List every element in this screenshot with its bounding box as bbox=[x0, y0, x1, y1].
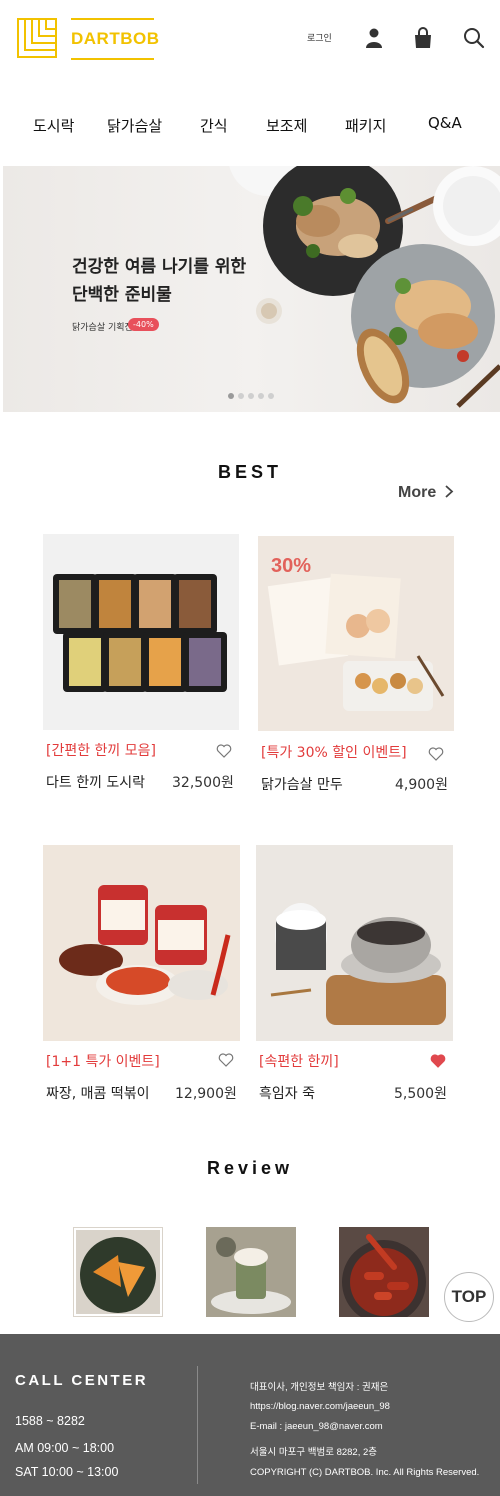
review-thumbnail[interactable] bbox=[339, 1227, 429, 1317]
heart-filled-icon[interactable] bbox=[430, 1053, 446, 1069]
review-image-1 bbox=[73, 1227, 163, 1317]
product-tag: [간편한 한끼 모음] bbox=[46, 743, 156, 759]
site-header: DARTBOB 로그인 bbox=[0, 0, 500, 80]
more-label: More bbox=[398, 484, 437, 501]
call-center-title: CALL CENTER bbox=[15, 1372, 149, 1389]
footer-ceo-info: 대표이사, 개인정보 책임자 : 권재은 bbox=[250, 1382, 389, 1393]
product-name[interactable]: 닭가슴살 만두 bbox=[261, 774, 343, 794]
scroll-top-button[interactable]: TOP bbox=[444, 1272, 494, 1322]
chevron-right-icon bbox=[445, 485, 454, 498]
logo[interactable]: DARTBOB bbox=[71, 18, 160, 60]
tteokbokki-image bbox=[59, 885, 231, 1005]
brand-name: DARTBOB bbox=[71, 29, 160, 48]
product-price: 32,500원 bbox=[172, 775, 234, 791]
logo-mark-icon[interactable] bbox=[17, 18, 57, 58]
lunchbox-image bbox=[53, 574, 227, 692]
footer-divider bbox=[197, 1366, 198, 1484]
banner-headline: 건강한 여름 나기를 위한 단백한 준비물 bbox=[72, 253, 246, 309]
search-icon[interactable] bbox=[463, 27, 485, 49]
nav-item-lunchbox[interactable]: 도시락 bbox=[33, 115, 74, 136]
heart-outline-icon[interactable] bbox=[216, 743, 232, 759]
nav-item-chicken-breast[interactable]: 닭가슴살 bbox=[107, 115, 162, 136]
product-tag: [1+1 특가 이벤트] bbox=[46, 1054, 160, 1070]
product-card: 30% [특가 30% 할인 이벤트] 닭가슴살 만두 4,900원 bbox=[258, 536, 454, 806]
review-section-title: Review bbox=[206, 1158, 294, 1178]
main-nav: 도시락 닭가슴살 간식 보조제 패키지 Q&A bbox=[0, 110, 500, 140]
product-card: [1+1 특가 이벤트] 짜장, 매콤 떡볶이 12,900원 bbox=[43, 845, 240, 1115]
footer-copyright: COPYRIGHT (C) DARTBOB. Inc. All Rights R… bbox=[250, 1467, 480, 1478]
image-discount-badge: 30% bbox=[271, 555, 312, 577]
product-name[interactable]: 흑임자 죽 bbox=[259, 1083, 315, 1103]
main-banner[interactable]: 건강한 여름 나기를 위한 단백한 준비물 닭가슴살 기획전 -40% bbox=[3, 166, 500, 412]
footer-address: 서울시 마포구 백범로 8282, 2층 bbox=[250, 1447, 378, 1458]
nav-item-package[interactable]: 패키지 bbox=[345, 115, 386, 136]
call-center-phone[interactable]: 1588 ~ 8282 bbox=[15, 1414, 85, 1428]
product-price: 4,900원 bbox=[395, 777, 448, 793]
banner-line-1: 건강한 여름 나기를 위한 bbox=[72, 257, 247, 277]
product-tag: [특가 30% 할인 이벤트] bbox=[261, 745, 407, 761]
banner-dot-4[interactable] bbox=[258, 393, 264, 399]
nav-item-supplement[interactable]: 보조제 bbox=[266, 115, 307, 136]
discount-badge: -40% bbox=[128, 318, 159, 331]
product-name[interactable]: 다트 한끼 도시락 bbox=[46, 772, 145, 792]
cart-icon[interactable] bbox=[412, 27, 434, 49]
banner-dot-1[interactable] bbox=[228, 393, 234, 399]
call-center-hours-saturday: SAT 10:00 ~ 13:00 bbox=[15, 1465, 119, 1479]
product-card: [속편한 한끼] 흑임자 죽 5,500원 bbox=[256, 845, 453, 1115]
product-image[interactable] bbox=[256, 845, 453, 1041]
review-image-2 bbox=[206, 1227, 296, 1317]
footer-email[interactable]: E-mail : jaeeun_98@naver.com bbox=[250, 1421, 383, 1432]
footer: CALL CENTER 1588 ~ 8282 AM 09:00 ~ 18:00… bbox=[0, 1334, 500, 1496]
call-center-hours-weekday: AM 09:00 ~ 18:00 bbox=[15, 1441, 115, 1455]
footer-blog-link[interactable]: https://blog.naver.com/jaeeun_98 bbox=[250, 1401, 390, 1412]
review-image-3 bbox=[339, 1227, 429, 1317]
login-link[interactable]: 로그인 bbox=[307, 31, 332, 44]
product-image[interactable] bbox=[43, 845, 240, 1041]
review-thumbnail[interactable] bbox=[206, 1227, 296, 1317]
nav-item-qna[interactable]: Q&A bbox=[428, 114, 462, 132]
review-thumbnail[interactable] bbox=[73, 1227, 163, 1317]
product-card: [간편한 한끼 모음] 다트 한끼 도시락 32,500원 bbox=[43, 534, 239, 804]
product-price: 12,900원 bbox=[175, 1086, 237, 1102]
heart-outline-icon[interactable] bbox=[218, 1052, 234, 1068]
nav-item-snack[interactable]: 간식 bbox=[200, 115, 228, 136]
banner-dot-5[interactable] bbox=[268, 393, 274, 399]
porridge-image bbox=[270, 903, 446, 1025]
user-icon[interactable] bbox=[363, 27, 385, 49]
banner-pagination bbox=[228, 393, 274, 399]
product-tag: [속편한 한끼] bbox=[259, 1054, 339, 1070]
banner-dot-3[interactable] bbox=[248, 393, 254, 399]
product-price: 5,500원 bbox=[394, 1086, 447, 1102]
banner-line-2: 단백한 준비물 bbox=[72, 285, 172, 305]
more-link[interactable]: More bbox=[398, 484, 454, 502]
heart-outline-icon[interactable] bbox=[428, 746, 444, 762]
product-name[interactable]: 짜장, 매콤 떡볶이 bbox=[46, 1083, 150, 1103]
banner-dot-2[interactable] bbox=[238, 393, 244, 399]
product-image[interactable] bbox=[43, 534, 239, 730]
banner-subtitle: 닭가슴살 기획전 bbox=[72, 323, 133, 333]
best-section-title: BEST bbox=[217, 462, 282, 482]
